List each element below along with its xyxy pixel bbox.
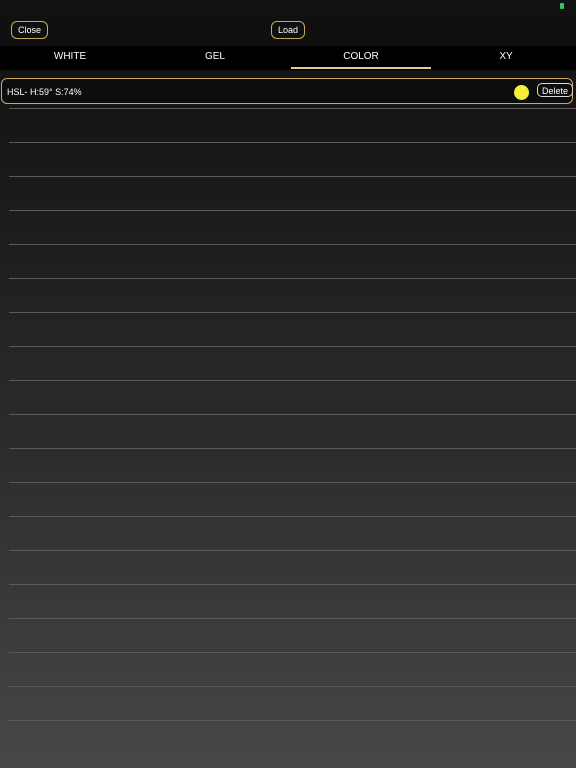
row-separator: [9, 108, 576, 109]
row-separator: [9, 414, 576, 415]
row-separator: [9, 210, 576, 211]
row-separator: [9, 278, 576, 279]
row-separator: [9, 652, 576, 653]
tab-xy[interactable]: XY: [436, 46, 576, 70]
row-separator: [9, 686, 576, 687]
saved-color-item[interactable]: HSL- H:59° S:74% Delete: [1, 78, 574, 104]
tab-color[interactable]: COLOR: [291, 46, 431, 70]
row-separator: [9, 448, 576, 449]
delete-button[interactable]: Delete: [537, 83, 574, 97]
color-list: [0, 108, 576, 768]
tab-white[interactable]: WHITE: [0, 46, 140, 70]
close-button[interactable]: Close: [11, 21, 49, 39]
row-separator: [9, 346, 576, 347]
row-separator: [9, 584, 576, 585]
row-separator: [9, 720, 576, 721]
row-separator: [9, 244, 576, 245]
color-item-label: HSL- H:59° S:74%: [7, 87, 82, 97]
status-bar: [0, 0, 576, 12]
row-separator: [9, 380, 576, 381]
row-separator: [9, 550, 576, 551]
row-separator: [9, 516, 576, 517]
battery-icon: [560, 3, 564, 9]
color-swatch: [514, 85, 529, 100]
top-bar: Close Load: [0, 12, 576, 46]
tab-gel[interactable]: GEL: [145, 46, 285, 70]
row-separator: [9, 618, 576, 619]
color-picker-screen: Close Load WHITE GEL COLOR XY HSL- H:59°…: [0, 0, 576, 768]
row-separator: [9, 312, 576, 313]
row-separator: [9, 142, 576, 143]
row-separator: [9, 176, 576, 177]
load-button[interactable]: Load: [271, 21, 306, 39]
mode-tabs: WHITE GEL COLOR XY: [0, 46, 576, 70]
row-separator: [9, 482, 576, 483]
